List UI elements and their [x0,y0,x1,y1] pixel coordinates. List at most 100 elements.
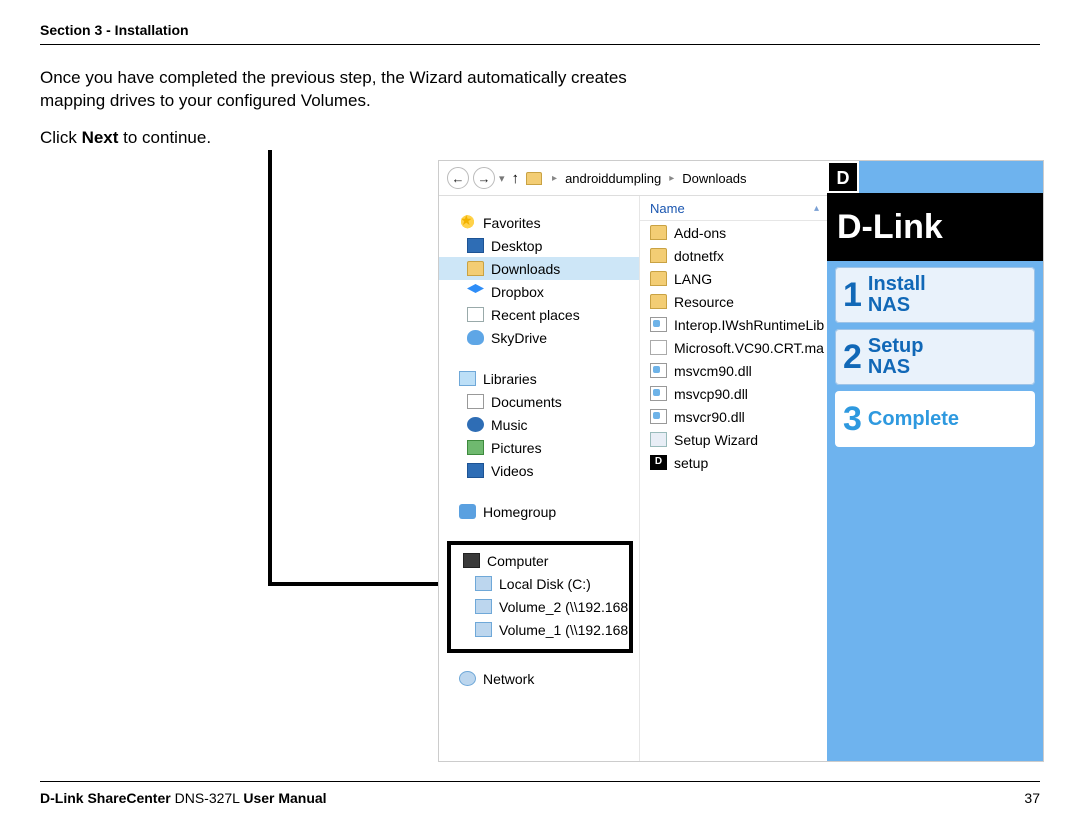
tree-label: Pictures [491,440,542,456]
file-row[interactable]: Setup Wizard [640,428,829,451]
dll-icon [650,409,667,424]
tree-label: Volume_1 (\\192.168 [499,622,628,638]
history-dropdown-icon[interactable]: ▾ [499,172,505,185]
wizard-step[interactable]: 1InstallNAS [835,267,1035,323]
file-row[interactable]: msvcp90.dll [640,382,829,405]
dlink-icon: D [650,455,667,470]
libraries-icon [459,371,476,386]
step-number: 1 [843,276,862,315]
network-drive-icon [475,622,492,637]
file-name: LANG [674,271,712,287]
libraries-group: Libraries Documents Music Pictures Video… [439,367,639,482]
footer-product: D-Link ShareCenter DNS-327L User Manual [40,790,327,806]
file-name: Interop.IWshRuntimeLib [674,317,824,333]
tree-label: Videos [491,463,534,479]
file-name: msvcr90.dll [674,409,745,425]
music-icon [467,417,484,432]
nav-tree: Favorites Desktop Downloads Dropbox Rece… [439,196,639,761]
tree-computer[interactable]: Computer [451,549,629,572]
tree-label: Downloads [491,261,560,277]
step-number: 2 [843,338,862,377]
file-row[interactable]: dotnetfx [640,244,829,267]
tree-local-disk[interactable]: Local Disk (C:) [451,572,629,595]
tree-libraries[interactable]: Libraries [439,367,639,390]
disk-icon [475,576,492,591]
breadcrumb-folder1[interactable]: androiddumpling [565,171,661,186]
file-name: Setup Wizard [674,432,758,448]
file-row[interactable]: msvcr90.dll [640,405,829,428]
file-name: dotnetfx [674,248,724,264]
para2-bold: Next [82,128,119,147]
network-group: Network [439,667,639,690]
file-name: Resource [674,294,734,310]
folder-icon [650,248,667,263]
folder-icon [650,271,667,286]
file-list-pane: Name ▴ Add-ons dotnetfx LANG Resource Intero… [639,196,829,761]
skydrive-icon [467,330,484,345]
tree-volume2[interactable]: Volume_2 (\\192.168 [451,595,629,618]
breadcrumb-sep-icon: ▸ [548,173,561,184]
para2-post: to continue. [118,128,211,147]
back-button[interactable]: ← [447,167,469,189]
file-name: Microsoft.VC90.CRT.ma [674,340,824,356]
tree-pictures[interactable]: Pictures [439,436,639,459]
footer-mid: DNS-327L [171,790,244,806]
homegroup-label: Homegroup [483,504,556,520]
homegroup-icon [459,504,476,519]
file-row[interactable]: Microsoft.VC90.CRT.ma [640,336,829,359]
computer-label: Computer [487,553,548,569]
pictures-icon [467,440,484,455]
footer-page-number: 37 [1024,790,1040,806]
desktop-icon [467,238,484,253]
tree-desktop[interactable]: Desktop [439,234,639,257]
file-row[interactable]: Resource [640,290,829,313]
breadcrumb-folder2[interactable]: Downloads [682,171,746,186]
tree-documents[interactable]: Documents [439,390,639,413]
sort-asc-icon: ▴ [814,203,819,214]
file-row[interactable]: Dsetup [640,451,829,474]
step-label: Complete [868,409,959,430]
tree-favorites[interactable]: Favorites [439,211,639,234]
file-row[interactable]: msvcm90.dll [640,359,829,382]
tree-label: Music [491,417,528,433]
wiz-icon [650,432,667,447]
wizard-step[interactable]: 3Complete [835,391,1035,447]
dll-icon [650,386,667,401]
file-icon [650,340,667,355]
tree-label: Desktop [491,238,542,254]
wizard-steps: 1InstallNAS2SetupNAS3Complete [827,267,1043,447]
file-row[interactable]: Add-ons [640,221,829,244]
tree-recent[interactable]: Recent places [439,303,639,326]
explorer-toolbar: ← → ▾ ↑ ▸ androiddumpling ▸ Downloads [439,161,829,196]
file-row[interactable]: LANG [640,267,829,290]
tree-videos[interactable]: Videos [439,459,639,482]
file-name: msvcp90.dll [674,386,748,402]
tree-network[interactable]: Network [439,667,639,690]
step-label: SetupNAS [868,336,924,378]
wizard-step[interactable]: 2SetupNAS [835,329,1035,385]
file-name: Add-ons [674,225,726,241]
forward-button[interactable]: → [473,167,495,189]
file-explorer: ← → ▾ ↑ ▸ androiddumpling ▸ Downloads Fa… [439,161,829,761]
tree-downloads[interactable]: Downloads [439,257,639,280]
tree-dropbox[interactable]: Dropbox [439,280,639,303]
file-row[interactable]: Interop.IWshRuntimeLib [640,313,829,336]
favorites-group: Favorites Desktop Downloads Dropbox Rece… [439,211,639,349]
libraries-label: Libraries [483,371,537,387]
tree-music[interactable]: Music [439,413,639,436]
recent-icon [467,307,484,322]
up-button[interactable]: ↑ [509,170,523,187]
network-icon [459,671,476,686]
column-header-name[interactable]: Name ▴ [640,196,829,221]
network-label: Network [483,671,534,687]
homegroup-group: Homegroup [439,500,639,523]
tree-volume1[interactable]: Volume_1 (\\192.168 [451,618,629,641]
tree-skydrive[interactable]: SkyDrive [439,326,639,349]
tree-homegroup[interactable]: Homegroup [439,500,639,523]
dll-icon [650,317,667,332]
footer-bold2: User Manual [243,790,326,806]
step-label: InstallNAS [868,274,926,316]
para2-pre: Click [40,128,82,147]
tree-label: Documents [491,394,562,410]
network-drive-icon [475,599,492,614]
